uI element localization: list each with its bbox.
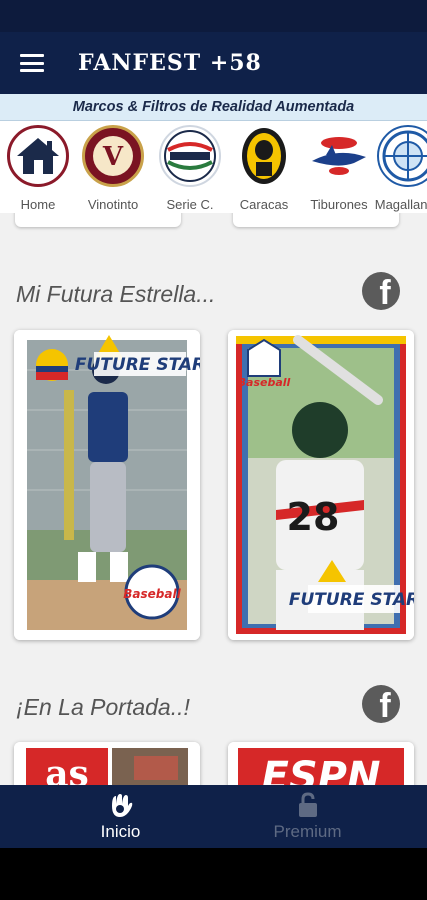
scroll-content[interactable]: Mi Futura Estrella... f FUTURE STAR Base… xyxy=(0,213,427,785)
espn-cover-image: ESPN xyxy=(228,742,414,785)
cover-card-as[interactable]: as xyxy=(14,742,200,785)
bottom-navigation: Inicio Premium xyxy=(0,785,427,848)
facebook-icon[interactable]: f xyxy=(362,685,400,723)
banner-text: Marcos & Filtros de Realidad Aumentada xyxy=(72,99,355,115)
home-icon xyxy=(7,125,69,187)
category-label: Magallanes xyxy=(374,197,427,212)
nav-label: Premium xyxy=(273,821,342,841)
card-stub xyxy=(15,213,181,227)
baseball-sticker: Baseball xyxy=(238,376,291,389)
section-title: Mi Futura Estrella... xyxy=(16,281,216,307)
serie-del-caribe-logo xyxy=(159,125,221,187)
category-home[interactable]: Home xyxy=(2,125,74,212)
magallanes-logo xyxy=(377,125,427,187)
vinotinto-logo: V xyxy=(82,125,144,187)
category-label: Serie C. xyxy=(166,197,214,212)
svg-text:V: V xyxy=(102,142,124,172)
ar-banner: Marcos & Filtros de Realidad Aumentada xyxy=(0,94,427,121)
section-title: ¡En La Portada..! xyxy=(16,694,190,720)
category-label: Caracas xyxy=(239,197,289,212)
system-nav-bar xyxy=(0,848,427,900)
facebook-icon[interactable]: f xyxy=(362,272,400,310)
category-carousel[interactable]: Home V Vinotinto Serie C. Caracas Tiburo… xyxy=(0,121,427,213)
frame-card-future-star-right[interactable]: 28 Baseball FUTURE STAR xyxy=(228,330,414,640)
glove-icon xyxy=(111,793,132,817)
category-vinotinto[interactable]: V Vinotinto xyxy=(77,125,149,212)
category-magallanes[interactable]: Magallanes xyxy=(372,125,427,212)
future-star-badge: FUTURE STAR xyxy=(75,355,200,375)
future-star-badge: FUTURE STAR xyxy=(289,590,414,610)
status-bar xyxy=(0,0,427,32)
frame-card-future-star-left[interactable]: FUTURE STAR Baseball xyxy=(14,330,200,640)
category-caracas[interactable]: Caracas xyxy=(228,125,300,212)
caracas-leones-logo xyxy=(233,125,295,187)
lock-icon xyxy=(298,791,317,817)
category-label: Home xyxy=(20,197,56,212)
hamburger-menu-icon[interactable] xyxy=(20,54,44,72)
cover-card-espn[interactable]: ESPN xyxy=(228,742,414,785)
jersey-number: 28 xyxy=(287,495,340,539)
card-stub xyxy=(233,213,399,227)
category-label: Tiburones xyxy=(310,197,368,212)
app-title: FANFEST +58 xyxy=(78,50,262,76)
category-tiburones[interactable]: Tiburones xyxy=(303,125,375,212)
future-star-frame-image-2: 28 Baseball FUTURE STAR xyxy=(228,330,414,640)
app-bar: FANFEST +58 xyxy=(0,32,427,94)
category-serie-c[interactable]: Serie C. xyxy=(154,125,226,212)
as-cover-image: as xyxy=(14,742,200,785)
baseball-sticker: Baseball xyxy=(123,587,181,601)
nav-label: Inicio xyxy=(100,821,141,841)
future-star-frame-image: FUTURE STAR Baseball xyxy=(14,330,200,640)
tiburones-logo xyxy=(308,125,370,187)
espn-logo: ESPN xyxy=(262,754,381,785)
category-label: Vinotinto xyxy=(87,197,139,212)
nav-premium[interactable]: Premium xyxy=(201,785,414,848)
as-logo: as xyxy=(45,753,89,785)
nav-inicio[interactable]: Inicio xyxy=(14,785,227,848)
